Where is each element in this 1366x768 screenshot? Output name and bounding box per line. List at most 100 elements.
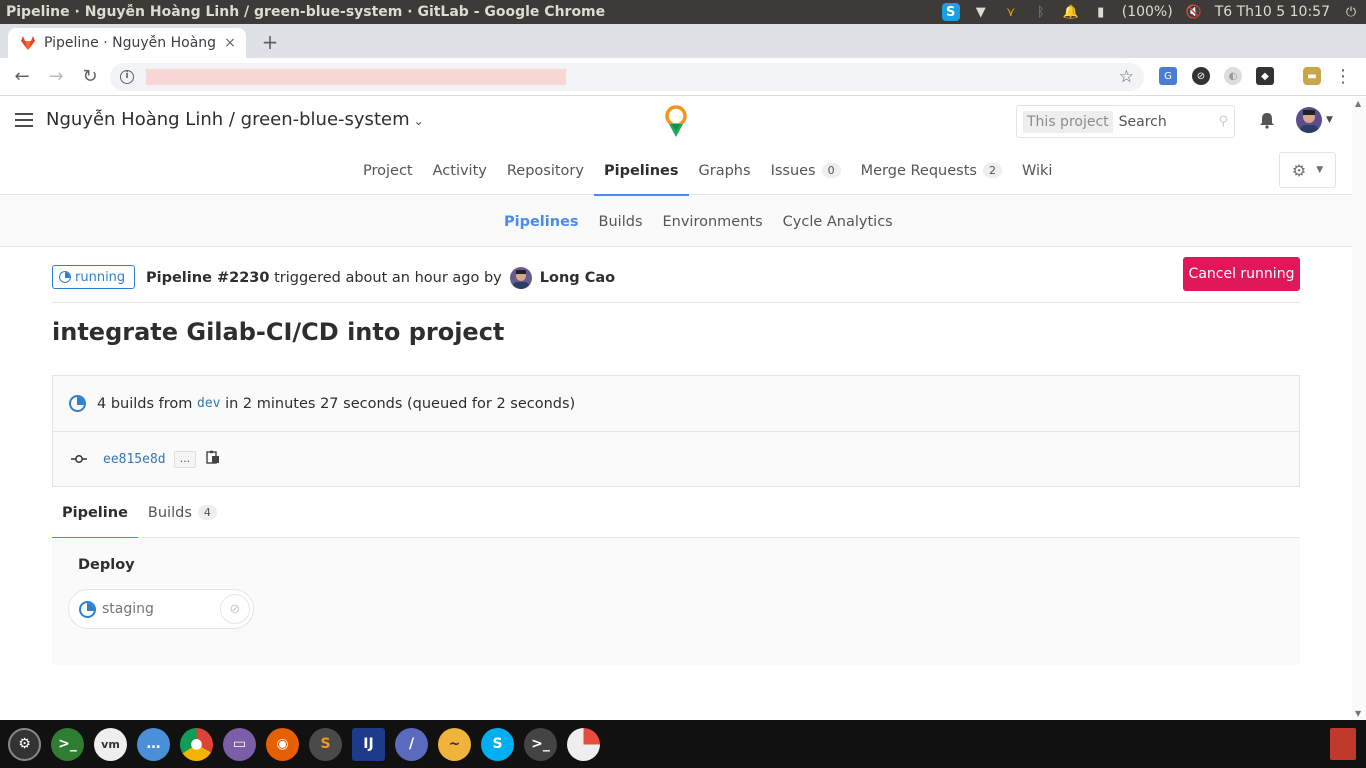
subnav-pipelines[interactable]: Pipelines bbox=[494, 196, 589, 247]
back-arrow-icon[interactable]: ← bbox=[10, 65, 34, 89]
job-staging[interactable]: staging ⊘ bbox=[68, 589, 254, 629]
project-nav: Project Activity Repository Pipelines Gr… bbox=[0, 146, 1352, 196]
terminal-app-icon[interactable]: >_ bbox=[51, 727, 84, 761]
nav-activity[interactable]: Activity bbox=[423, 146, 497, 195]
pipelines-sub-nav: Pipelines Builds Environments Cycle Anal… bbox=[0, 196, 1352, 247]
editor-app-icon[interactable]: / bbox=[395, 727, 428, 761]
more-apps-icon[interactable]: … bbox=[137, 727, 170, 761]
trash-icon[interactable] bbox=[1330, 728, 1356, 760]
author-avatar[interactable] bbox=[509, 267, 532, 289]
hamburger-menu-icon[interactable] bbox=[15, 113, 33, 131]
tab-title: Pipeline · Nguyễn Hoàng bbox=[44, 35, 217, 51]
subnav-environments[interactable]: Environments bbox=[653, 196, 773, 247]
commit-icon bbox=[71, 454, 87, 464]
cancel-job-icon[interactable]: ⊘ bbox=[220, 594, 250, 624]
user-avatar[interactable] bbox=[1296, 107, 1322, 133]
notification-bell-icon[interactable]: 🔔 bbox=[1062, 3, 1080, 21]
issues-count-badge: 0 bbox=[821, 163, 841, 178]
site-info-icon[interactable]: i bbox=[120, 70, 134, 84]
profile-avatar-icon[interactable]: ▬ bbox=[1303, 67, 1321, 85]
power-icon[interactable]: ⏻ bbox=[1342, 3, 1360, 21]
expand-commit-message-button[interactable]: ... bbox=[173, 450, 197, 468]
commit-sha-link[interactable]: ee815e8d bbox=[103, 452, 166, 467]
gitlab-favicon-icon bbox=[21, 36, 35, 50]
extension-icon[interactable]: ◐ bbox=[1224, 67, 1242, 85]
search-scope-badge[interactable]: This project bbox=[1023, 110, 1113, 133]
disk-usage-app-icon[interactable] bbox=[567, 727, 600, 761]
chevron-down-icon[interactable]: ▼ bbox=[1326, 115, 1333, 125]
skype-tray-icon[interactable]: S bbox=[941, 3, 960, 21]
chevron-down-icon: ▼ bbox=[1316, 165, 1324, 175]
pipeline-id: Pipeline #2230 bbox=[146, 270, 270, 286]
nav-pipelines[interactable]: Pipelines bbox=[593, 146, 689, 196]
clock[interactable]: T6 Th10 5 10:57 bbox=[1215, 4, 1330, 20]
translate-extension-icon[interactable]: G bbox=[1159, 67, 1177, 85]
pipeline-content: running Pipeline #2230 triggered about a… bbox=[52, 248, 1300, 665]
firefox-app-icon[interactable]: ◉ bbox=[266, 727, 299, 761]
system-settings-icon[interactable]: ⚙ bbox=[8, 727, 41, 761]
search-icon: ⚲ bbox=[1218, 114, 1228, 129]
terminal-app-icon[interactable]: >_ bbox=[524, 727, 557, 761]
mute-icon[interactable]: 🔇 bbox=[1185, 3, 1203, 21]
merge-requests-count-badge: 2 bbox=[982, 163, 1002, 178]
battery-icon[interactable]: ▮ bbox=[1092, 3, 1110, 21]
os-dock: ⚙ >_ vm … ● ▭ ◉ S IJ / ~ S >_ bbox=[0, 720, 1366, 768]
running-status-icon bbox=[59, 271, 71, 283]
extension-icon[interactable]: ⊘ bbox=[1192, 67, 1210, 85]
bluetooth-icon[interactable]: ᛒ bbox=[1032, 3, 1050, 21]
subnav-cycle-analytics[interactable]: Cycle Analytics bbox=[773, 196, 903, 247]
notifications-bell-icon[interactable] bbox=[1258, 111, 1276, 129]
nav-graphs[interactable]: Graphs bbox=[689, 146, 761, 195]
clipboard-icon[interactable] bbox=[206, 450, 220, 468]
wireshark-app-icon[interactable]: ~ bbox=[438, 727, 471, 761]
tab-strip: Pipeline · Nguyễn Hoàng × + bbox=[0, 24, 1366, 58]
project-settings-button[interactable]: ⚙ ▼ bbox=[1279, 152, 1336, 188]
page-scrollbar[interactable]: ▲ ▼ bbox=[1352, 97, 1366, 720]
forward-arrow-icon[interactable]: → bbox=[44, 65, 68, 89]
pipeline-graph: Deploy staging ⊘ bbox=[52, 538, 1300, 665]
chevron-down-icon[interactable]: ⌄ bbox=[414, 114, 424, 128]
nav-merge-requests[interactable]: Merge Requests 2 bbox=[851, 146, 1012, 195]
chrome-menu-icon[interactable]: ⋮ bbox=[1334, 66, 1352, 87]
nav-project[interactable]: Project bbox=[353, 146, 423, 195]
url-text[interactable] bbox=[146, 69, 566, 85]
vlc-tray-icon[interactable]: ⋎ bbox=[1002, 3, 1020, 21]
bookmark-star-icon[interactable]: ☆ bbox=[1119, 67, 1134, 87]
job-name: staging bbox=[102, 601, 154, 617]
nav-repository[interactable]: Repository bbox=[497, 146, 594, 195]
new-tab-button[interactable]: + bbox=[258, 30, 282, 54]
browser-tab[interactable]: Pipeline · Nguyễn Hoàng × bbox=[8, 28, 246, 58]
tab-close-icon[interactable]: × bbox=[222, 35, 238, 51]
nav-issues[interactable]: Issues 0 bbox=[761, 146, 851, 195]
commit-title: integrate Gilab-CI/CD into project bbox=[52, 318, 505, 346]
tab-builds[interactable]: Builds 4 bbox=[138, 487, 227, 538]
chrome-app-icon[interactable]: ● bbox=[180, 727, 213, 761]
scroll-up-icon[interactable]: ▲ bbox=[1355, 99, 1361, 108]
intellij-app-icon[interactable]: IJ bbox=[352, 727, 385, 761]
branch-link[interactable]: dev bbox=[197, 396, 220, 411]
gitlab-page: Nguyễn Hoàng Linh / green-blue-system ⌄ T… bbox=[0, 97, 1352, 720]
sublime-app-icon[interactable]: S bbox=[309, 727, 342, 761]
scroll-down-icon[interactable]: ▼ bbox=[1355, 709, 1361, 718]
vmware-app-icon[interactable]: vm bbox=[94, 727, 127, 761]
gitlab-logo-icon[interactable] bbox=[662, 103, 690, 139]
nav-wiki[interactable]: Wiki bbox=[1012, 146, 1062, 195]
os-top-bar: Pipeline · Nguyễn Hoàng Linh / green-blu… bbox=[0, 0, 1366, 24]
skype-app-icon[interactable]: S bbox=[481, 727, 514, 761]
pipeline-info: Pipeline #2230 triggered about an hour a… bbox=[146, 267, 615, 289]
status-badge[interactable]: running bbox=[52, 265, 136, 289]
wifi-icon[interactable]: ▼ bbox=[972, 3, 990, 21]
project-title-link[interactable]: Nguyễn Hoàng Linh / green-blue-system ⌄ bbox=[46, 109, 424, 130]
gear-icon: ⚙ bbox=[1291, 160, 1307, 180]
search-input[interactable]: Search bbox=[1119, 114, 1219, 130]
files-app-icon[interactable]: ▭ bbox=[223, 727, 256, 761]
author-name-link[interactable]: Long Cao bbox=[540, 270, 615, 286]
search-box[interactable]: This project Search ⚲ bbox=[1016, 105, 1235, 138]
extension-icon[interactable]: ◆ bbox=[1256, 67, 1274, 85]
running-status-icon bbox=[69, 395, 86, 412]
subnav-builds[interactable]: Builds bbox=[589, 196, 653, 247]
address-bar[interactable]: i ☆ bbox=[110, 63, 1144, 91]
reload-icon[interactable]: ↻ bbox=[78, 65, 102, 89]
cancel-running-button[interactable]: Cancel running bbox=[1183, 257, 1300, 291]
tab-pipeline[interactable]: Pipeline bbox=[52, 487, 138, 539]
